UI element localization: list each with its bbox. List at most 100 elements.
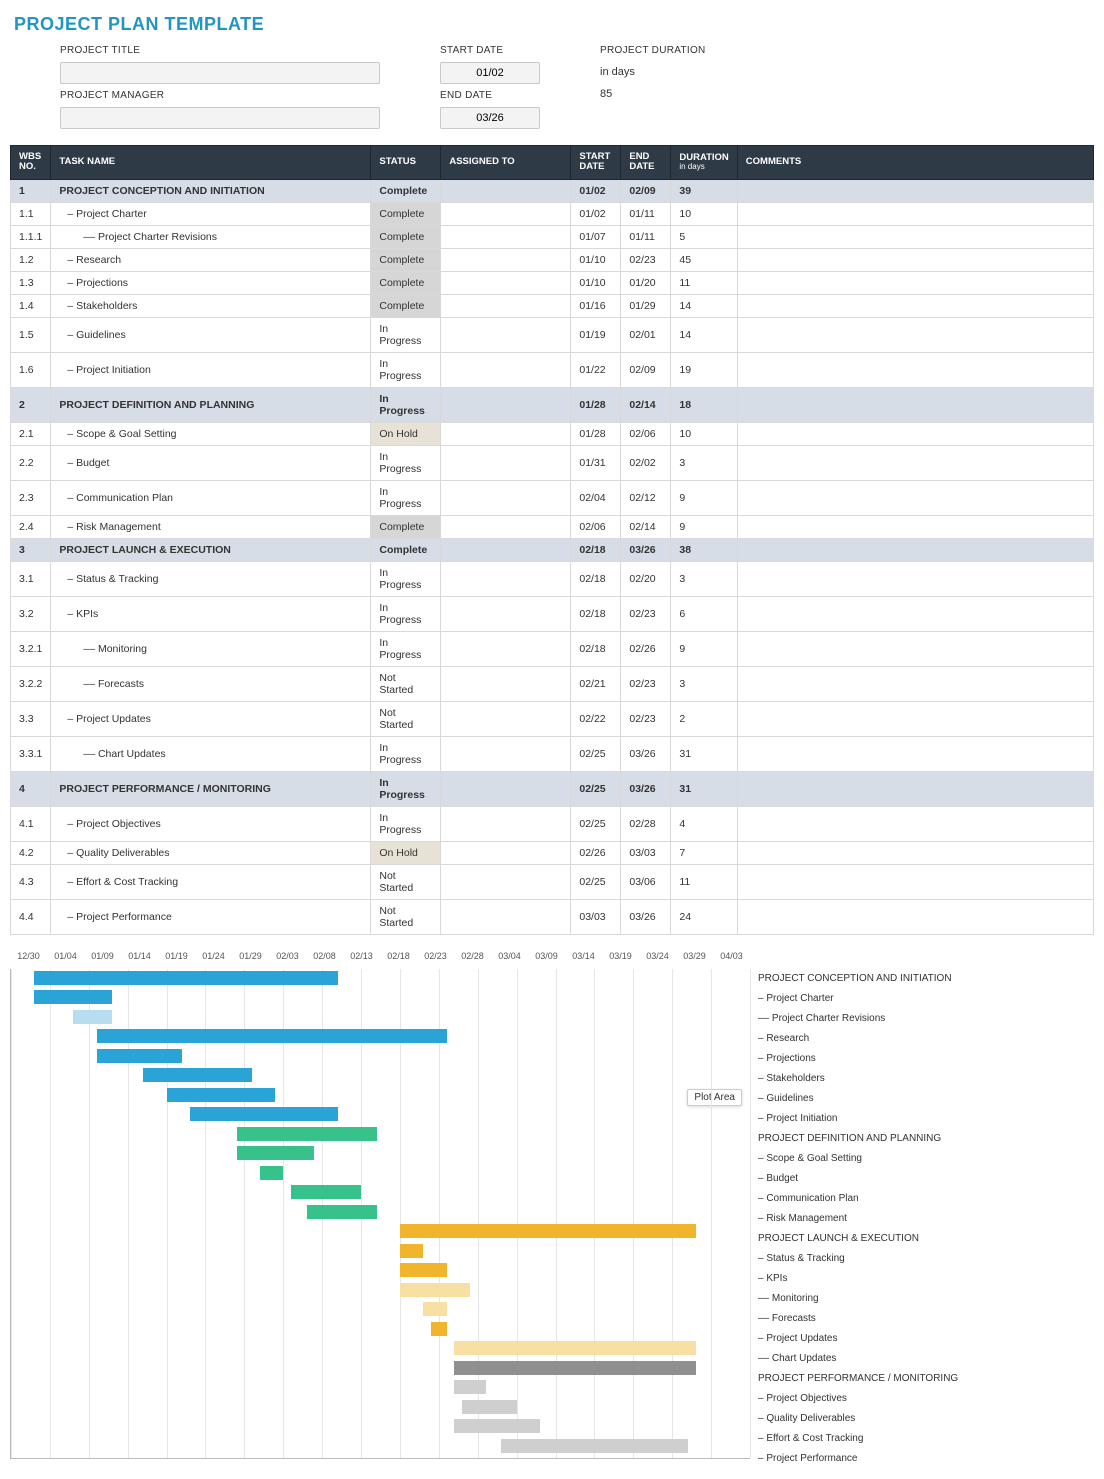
cell-assigned[interactable]	[441, 899, 571, 934]
cell-end: 02/14	[621, 387, 671, 422]
cell-status[interactable]: Not Started	[371, 666, 441, 701]
cell-status[interactable]: Complete	[371, 225, 441, 248]
axis-tick: 03/24	[639, 951, 676, 969]
cell-comments[interactable]	[737, 561, 1093, 596]
cell-status[interactable]: In Progress	[371, 771, 441, 806]
cell-duration: 2	[671, 701, 737, 736]
cell-comments[interactable]	[737, 631, 1093, 666]
gantt-bar	[400, 1263, 447, 1277]
cell-assigned[interactable]	[441, 631, 571, 666]
cell-status[interactable]: Complete	[371, 271, 441, 294]
cell-assigned[interactable]	[441, 317, 571, 352]
cell-assigned[interactable]	[441, 248, 571, 271]
cell-assigned[interactable]	[441, 515, 571, 538]
cell-wbs: 3.3	[11, 701, 51, 736]
cell-assigned[interactable]	[441, 736, 571, 771]
cell-assigned[interactable]	[441, 771, 571, 806]
cell-task: –– Chart Updates	[51, 736, 371, 771]
cell-status[interactable]: Complete	[371, 538, 441, 561]
cell-status[interactable]: Not Started	[371, 701, 441, 736]
gantt-bar	[400, 1283, 470, 1297]
cell-comments[interactable]	[737, 294, 1093, 317]
cell-duration: 7	[671, 841, 737, 864]
cell-comments[interactable]	[737, 806, 1093, 841]
project-title-input[interactable]	[60, 62, 380, 84]
cell-status[interactable]: Not Started	[371, 899, 441, 934]
axis-tick: 01/04	[47, 951, 84, 969]
table-row: 4.4– Project PerformanceNot Started03/03…	[11, 899, 1094, 934]
cell-comments[interactable]	[737, 666, 1093, 701]
cell-comments[interactable]	[737, 352, 1093, 387]
cell-status[interactable]: In Progress	[371, 596, 441, 631]
cell-start: 02/04	[571, 480, 621, 515]
cell-assigned[interactable]	[441, 202, 571, 225]
cell-status[interactable]: Complete	[371, 179, 441, 202]
cell-comments[interactable]	[737, 179, 1093, 202]
cell-status[interactable]: In Progress	[371, 806, 441, 841]
gantt-bar	[237, 1146, 315, 1160]
cell-assigned[interactable]	[441, 561, 571, 596]
cell-status[interactable]: Complete	[371, 248, 441, 271]
gantt-legend: PROJECT CONCEPTION AND INITIATION– Proje…	[758, 951, 1094, 1469]
cell-comments[interactable]	[737, 701, 1093, 736]
cell-comments[interactable]	[737, 480, 1093, 515]
cell-status[interactable]: On Hold	[371, 422, 441, 445]
cell-comments[interactable]	[737, 317, 1093, 352]
gantt-bar	[97, 1049, 183, 1063]
cell-comments[interactable]	[737, 445, 1093, 480]
tasks-table: WBS NO. TASK NAME STATUS ASSIGNED TO STA…	[10, 145, 1094, 935]
cell-assigned[interactable]	[441, 806, 571, 841]
cell-comments[interactable]	[737, 864, 1093, 899]
cell-comments[interactable]	[737, 841, 1093, 864]
cell-status[interactable]: Complete	[371, 202, 441, 225]
cell-status[interactable]: In Progress	[371, 317, 441, 352]
cell-comments[interactable]	[737, 515, 1093, 538]
cell-assigned[interactable]	[441, 387, 571, 422]
cell-assigned[interactable]	[441, 701, 571, 736]
table-row: 2.4– Risk ManagementComplete02/0602/149	[11, 515, 1094, 538]
cell-comments[interactable]	[737, 387, 1093, 422]
cell-comments[interactable]	[737, 736, 1093, 771]
cell-assigned[interactable]	[441, 271, 571, 294]
cell-assigned[interactable]	[441, 596, 571, 631]
cell-status[interactable]: Complete	[371, 515, 441, 538]
cell-comments[interactable]	[737, 538, 1093, 561]
cell-assigned[interactable]	[441, 864, 571, 899]
cell-assigned[interactable]	[441, 841, 571, 864]
start-date-input[interactable]	[440, 62, 540, 84]
cell-comments[interactable]	[737, 225, 1093, 248]
axis-tick: 03/04	[491, 951, 528, 969]
cell-status[interactable]: In Progress	[371, 480, 441, 515]
cell-end: 02/01	[621, 317, 671, 352]
cell-assigned[interactable]	[441, 666, 571, 701]
cell-comments[interactable]	[737, 202, 1093, 225]
cell-assigned[interactable]	[441, 480, 571, 515]
cell-assigned[interactable]	[441, 352, 571, 387]
cell-status[interactable]: Not Started	[371, 864, 441, 899]
cell-comments[interactable]	[737, 771, 1093, 806]
end-date-input[interactable]	[440, 107, 540, 129]
cell-status[interactable]: In Progress	[371, 631, 441, 666]
cell-status[interactable]: Complete	[371, 294, 441, 317]
table-row: 3.2.2–– ForecastsNot Started02/2102/233	[11, 666, 1094, 701]
cell-wbs: 1	[11, 179, 51, 202]
cell-comments[interactable]	[737, 899, 1093, 934]
cell-assigned[interactable]	[441, 225, 571, 248]
cell-comments[interactable]	[737, 422, 1093, 445]
cell-assigned[interactable]	[441, 538, 571, 561]
cell-comments[interactable]	[737, 248, 1093, 271]
cell-status[interactable]: On Hold	[371, 841, 441, 864]
cell-comments[interactable]	[737, 596, 1093, 631]
cell-status[interactable]: In Progress	[371, 445, 441, 480]
cell-assigned[interactable]	[441, 179, 571, 202]
cell-assigned[interactable]	[441, 294, 571, 317]
project-manager-input[interactable]	[60, 107, 380, 129]
cell-status[interactable]: In Progress	[371, 352, 441, 387]
cell-assigned[interactable]	[441, 422, 571, 445]
table-row: 3.3.1–– Chart UpdatesIn Progress02/2503/…	[11, 736, 1094, 771]
cell-comments[interactable]	[737, 271, 1093, 294]
cell-status[interactable]: In Progress	[371, 561, 441, 596]
cell-assigned[interactable]	[441, 445, 571, 480]
cell-status[interactable]: In Progress	[371, 736, 441, 771]
cell-status[interactable]: In Progress	[371, 387, 441, 422]
